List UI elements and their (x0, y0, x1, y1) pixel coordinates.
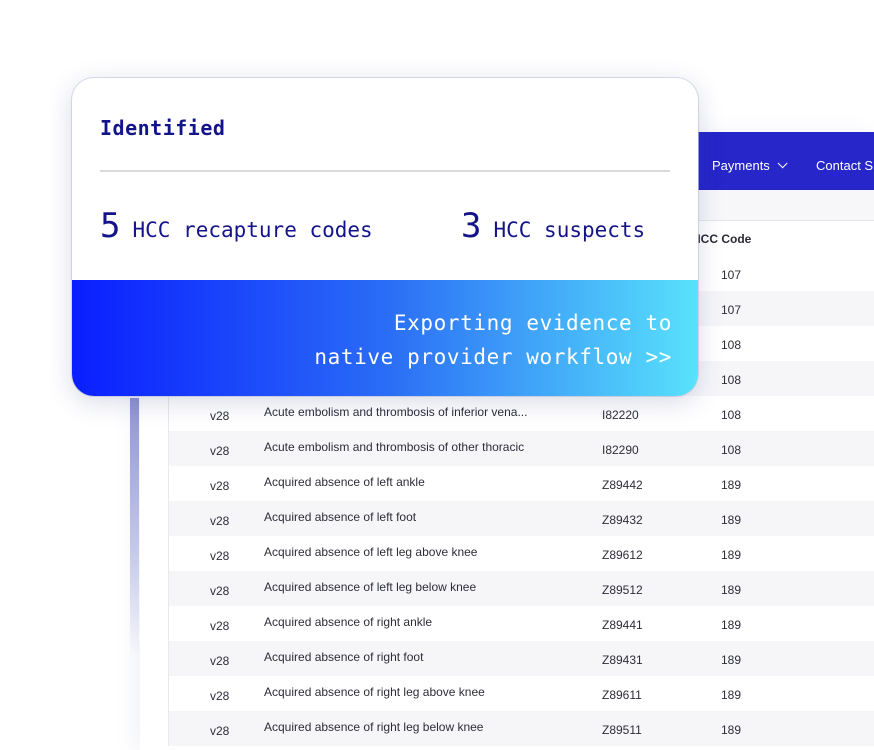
chevron-down-icon (777, 158, 788, 169)
cell-icd-code: Z89612 (602, 548, 643, 562)
cell-version: v28 (210, 619, 230, 633)
cell-icd-code: Z89512 (602, 583, 643, 597)
export-banner[interactable]: Exporting evidence to native provider wo… (72, 280, 698, 396)
stat-recapture-label: HCC recapture codes (132, 218, 373, 242)
card-title: Identified (100, 116, 226, 140)
table-row[interactable]: v28 Acquired absence of left leg below k… (169, 571, 874, 606)
cell-hcc: 108 (721, 338, 742, 352)
cell-hcc: 107 (721, 268, 742, 282)
cell-hcc: 189 (721, 653, 742, 667)
stat-recapture-count: 5 (100, 206, 121, 246)
cell-version: v28 (210, 479, 230, 493)
nav-payments[interactable]: Payments (712, 158, 788, 173)
cell-hcc: 189 (721, 513, 742, 527)
cell-description: Acquired absence of right leg above knee (264, 685, 485, 699)
table-row[interactable]: v28 Acquired absence of left foot Z89432… (169, 501, 874, 536)
cell-hcc: 189 (721, 583, 742, 597)
table-row[interactable]: v28 Acquired absence of right foot Z8943… (169, 641, 874, 676)
cell-description: Acquired absence of right foot (264, 650, 424, 664)
cell-description: Acquired absence of left leg below knee (264, 580, 477, 594)
cell-description: Acquired absence of left ankle (264, 475, 425, 489)
stat-recapture-codes: 5 HCC recapture codes (100, 206, 373, 246)
stat-suspects-count: 3 (461, 206, 482, 246)
table-row[interactable]: v28 Acquired absence of right ankle Z894… (169, 606, 874, 641)
cell-hcc: 108 (721, 373, 742, 387)
identified-summary-card: Identified 5 HCC recapture codes 3 HCC sus… (72, 78, 698, 396)
sidebar-accent-bar (130, 398, 139, 658)
cell-hcc: 108 (721, 443, 742, 457)
cell-version: v28 (210, 689, 230, 703)
export-banner-text: Exporting evidence to native provider wo… (314, 306, 672, 374)
cell-description: Acute embolism and thrombosis of inferio… (264, 405, 528, 419)
cell-description: Acquired absence of left leg above knee (264, 545, 478, 559)
card-divider (100, 170, 670, 172)
cell-icd-code: Z89611 (602, 688, 642, 702)
cell-version: v28 (210, 514, 230, 528)
stat-suspects: 3 HCC suspects (461, 206, 645, 246)
cell-version: v28 (210, 584, 230, 598)
cell-hcc: 189 (721, 478, 742, 492)
nav-contact-label: Contact S (816, 158, 874, 173)
cell-icd-code: Z89511 (602, 723, 642, 737)
cell-hcc: 189 (721, 723, 742, 737)
column-header-hcc-code[interactable]: HCC Code (692, 232, 751, 246)
cell-hcc: 189 (721, 548, 742, 562)
cell-version: v28 (210, 654, 230, 668)
table-row[interactable]: v28 Acquired absence of right leg below … (169, 711, 874, 746)
cell-description: Acquired absence of left foot (264, 510, 417, 524)
table-row[interactable]: v28 Acquired absence of left leg above k… (169, 536, 874, 571)
nav-payments-label: Payments (712, 158, 770, 173)
cell-description: Acquired absence of right ankle (264, 615, 433, 629)
table-row[interactable]: v28 Acute embolism and thrombosis of oth… (169, 431, 874, 466)
cell-icd-code: Z89441 (602, 618, 643, 632)
cell-description: Acute embolism and thrombosis of other t… (264, 440, 525, 454)
cell-hcc: 189 (721, 618, 742, 632)
cell-version: v28 (210, 409, 230, 423)
table-row[interactable]: v28 Acquired absence of left ankle Z8944… (169, 466, 874, 501)
table-row[interactable]: v28 Acute embolism and thrombosis of inf… (169, 396, 874, 431)
cell-version: v28 (210, 724, 230, 738)
banner-line-2: native provider workflow >> (314, 345, 672, 369)
cell-hcc: 107 (721, 303, 742, 317)
cell-hcc: 189 (721, 688, 742, 702)
cell-icd-code: Z89442 (602, 478, 643, 492)
nav-contact[interactable]: Contact S (816, 158, 873, 173)
banner-line-1: Exporting evidence to (393, 311, 672, 335)
cell-icd-code: Z89431 (602, 653, 643, 667)
cell-description: Acquired absence of right leg below knee (264, 720, 484, 734)
cell-version: v28 (210, 549, 230, 563)
cell-icd-code: Z89432 (602, 513, 643, 527)
cell-version: v28 (210, 444, 230, 458)
cell-icd-code: I82290 (602, 443, 639, 457)
stat-suspects-label: HCC suspects (493, 218, 646, 242)
cell-hcc: 108 (721, 408, 742, 422)
table-row[interactable]: v28 Acquired absence of right leg above … (169, 676, 874, 711)
cell-icd-code: I82220 (602, 408, 639, 422)
